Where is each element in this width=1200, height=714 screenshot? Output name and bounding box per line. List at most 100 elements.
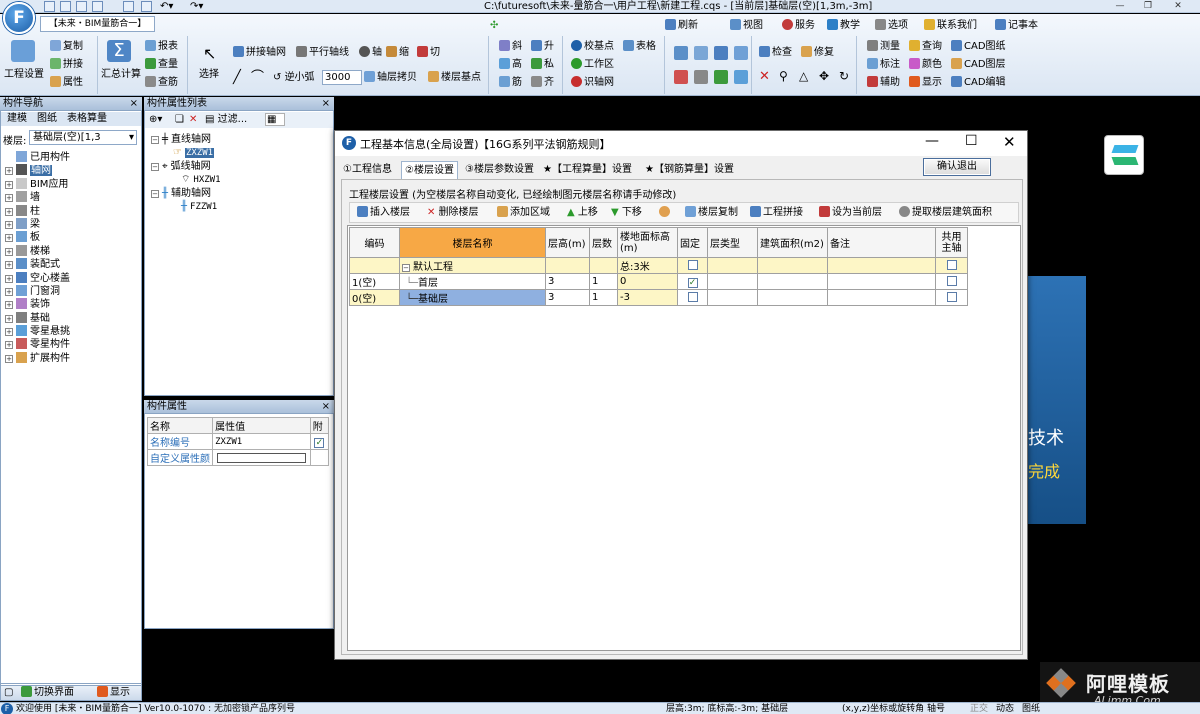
cell-height[interactable]: 3 <box>545 273 590 290</box>
tree-item[interactable]: + 扩展构件 <box>5 351 70 365</box>
tree-item[interactable]: + 装饰 <box>5 298 70 311</box>
check-button[interactable]: 检查 <box>759 46 792 59</box>
expand-icon[interactable]: + <box>5 194 13 203</box>
close-icon[interactable]: × <box>322 400 330 414</box>
shared-axis-checkbox[interactable] <box>946 259 957 270</box>
report-icon[interactable] <box>141 1 152 12</box>
parallel-axis-button[interactable]: 平行轴线 <box>296 46 349 59</box>
filter-button[interactable]: ▤ 过滤... <box>205 112 247 128</box>
delete-component-icon[interactable]: ✕ <box>189 112 197 128</box>
rotate-cw-icon[interactable]: ↻ <box>839 70 849 83</box>
cell-elevation[interactable]: 0 <box>617 273 678 290</box>
fixed-checkbox[interactable]: ✓ <box>687 277 698 288</box>
move-up-button[interactable]: ▲ 上移 <box>567 204 598 222</box>
copy-component-icon[interactable]: ❏ <box>175 112 184 128</box>
private-button[interactable]: 私 <box>531 58 554 71</box>
restore-button[interactable]: ❐ <box>1138 0 1158 13</box>
attribute-button[interactable]: 属性 <box>50 76 83 89</box>
fixed-checkbox[interactable] <box>687 259 698 270</box>
list-item[interactable]: ☞ ZXZW1 <box>151 146 221 159</box>
view-box-icon[interactable] <box>734 46 748 60</box>
shared-axis-checkbox[interactable] <box>946 275 957 286</box>
cell-floor-name[interactable]: − 默认工程 <box>399 257 546 274</box>
expand-icon[interactable]: + <box>5 261 13 270</box>
cell-count[interactable] <box>589 257 618 274</box>
ortho-toggle[interactable]: 正交 <box>970 703 988 714</box>
measure-button[interactable]: 测量 <box>867 40 900 53</box>
delete-floor-button[interactable]: ✕ 删除楼层 <box>427 204 479 222</box>
cell-elevation[interactable]: -3 <box>617 289 678 306</box>
cad-edit-button[interactable]: CAD编辑 <box>951 76 1006 89</box>
view-2d-icon[interactable] <box>674 46 688 60</box>
repair-button[interactable]: 修复 <box>801 46 834 59</box>
check-quantity-button[interactable]: 查量 <box>145 58 178 71</box>
minimize-button[interactable]: — <box>1110 0 1130 13</box>
tree-item[interactable]: + BIM应用 <box>5 177 70 191</box>
prop-value[interactable]: ZXZW1 <box>212 433 311 450</box>
cell-code[interactable] <box>349 257 400 274</box>
annotate-button[interactable]: 标注 <box>867 58 900 71</box>
set-current-floor-button[interactable]: 设为当前层 <box>819 204 882 222</box>
project-settings-button[interactable]: 工程设置 <box>4 68 44 81</box>
zoom-icon[interactable] <box>734 70 748 84</box>
collapse-icon[interactable]: − <box>402 264 410 272</box>
expand-icon[interactable]: + <box>5 167 13 176</box>
app-logo-icon[interactable]: F <box>3 2 35 34</box>
shrink-button[interactable]: 缩 <box>386 46 409 59</box>
contact-button[interactable]: 联系我们 <box>924 19 977 32</box>
close-button[interactable]: ✕ <box>1168 0 1188 13</box>
display-button[interactable]: 显示 <box>909 76 942 89</box>
tree-item[interactable]: + 空心楼盖 <box>5 271 70 285</box>
work-area-button[interactable]: 工作区 <box>571 58 614 71</box>
tree-item[interactable]: + 零星悬挑 <box>5 325 70 338</box>
redo-icon[interactable]: ↷▾ <box>190 0 203 13</box>
cell-floor-type[interactable] <box>707 289 758 306</box>
expand-icon[interactable]: + <box>5 207 13 216</box>
dialog-maximize-button[interactable]: ☐ <box>965 133 978 149</box>
list-item[interactable]: ⌔ HXZW1 <box>151 173 221 186</box>
tree-item[interactable]: + 轴网 <box>5 164 70 177</box>
arrows-icon[interactable]: ✣ <box>490 19 498 32</box>
new-file-icon[interactable] <box>44 1 55 12</box>
cell-height[interactable]: 3 <box>545 289 590 306</box>
merge-axis-button[interactable]: 拼接轴网 <box>233 46 286 59</box>
table-row[interactable]: − 默认工程 总:3米 <box>349 257 968 274</box>
tree-item[interactable]: + 柱 <box>5 204 70 218</box>
expand-icon[interactable]: + <box>5 287 13 296</box>
list-item[interactable]: ╫ FZZW1 <box>151 200 221 213</box>
base-point-button[interactable]: 校基点 <box>571 40 614 53</box>
app-tab[interactable]: 【未来・BIM量筋合一】 <box>40 16 155 32</box>
rebar-button[interactable]: 筋 <box>499 76 522 89</box>
cell-area[interactable] <box>757 289 828 306</box>
cell-count[interactable]: 1 <box>589 273 618 290</box>
layer-copy-button[interactable]: 轴层拷贝 <box>364 71 417 84</box>
tree-item[interactable]: + 板 <box>5 231 70 244</box>
cut-button[interactable]: 切 <box>417 46 440 59</box>
cell-area[interactable] <box>757 257 828 274</box>
refresh-button[interactable]: 刷新 <box>665 19 698 32</box>
calc-icon[interactable] <box>123 1 134 12</box>
user-icon[interactable] <box>659 204 672 222</box>
recognize-axis-button[interactable]: 识轴网 <box>571 76 614 89</box>
rotate-icon[interactable] <box>694 70 708 84</box>
floor-select[interactable]: 基础层(空)[1,3 ▾ <box>29 130 137 145</box>
expand-icon[interactable]: + <box>5 274 13 283</box>
expand-icon[interactable]: + <box>5 314 13 323</box>
arc-radius-input[interactable]: 3000 <box>322 70 362 85</box>
tab-table-quantity[interactable]: 表格算量 <box>67 112 107 126</box>
cell-code[interactable]: 1(空) <box>349 273 400 290</box>
link-icon[interactable]: ⚲ <box>779 70 788 83</box>
prop-checkbox[interactable]: ✓ <box>314 437 325 448</box>
service-button[interactable]: 服务 <box>782 19 815 32</box>
tree-item[interactable]: + 楼梯 <box>5 244 70 258</box>
report-button[interactable]: 报表 <box>145 40 178 53</box>
line-tool-icon[interactable]: ╱ <box>233 71 241 84</box>
dynamic-toggle[interactable]: 动态 <box>996 703 1014 714</box>
cad-drawing-button[interactable]: CAD图纸 <box>951 40 1006 53</box>
cell-floor-type[interactable] <box>707 273 758 290</box>
query-button[interactable]: 查询 <box>909 40 942 53</box>
fixed-checkbox[interactable] <box>687 291 698 302</box>
color-swatch[interactable] <box>217 452 306 463</box>
open-file-icon[interactable] <box>60 1 71 12</box>
cell-elevation[interactable]: 总:3米 <box>617 257 678 274</box>
